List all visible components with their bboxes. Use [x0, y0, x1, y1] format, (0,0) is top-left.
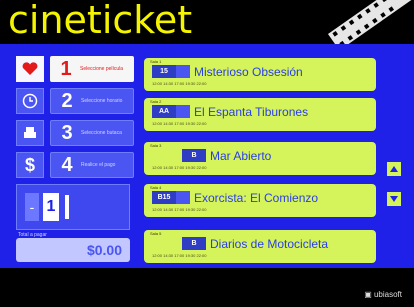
screen-tag: Sala 3 [150, 143, 162, 148]
header: cineticket [0, 0, 414, 44]
movie-title: Exorcista: El Comienzo [194, 191, 319, 205]
decrement-button[interactable]: - [25, 193, 39, 221]
movie-item[interactable]: Sala 4 B15 Exorcista: El Comienzo 12:00 … [144, 184, 376, 217]
dollar-icon: $ [16, 152, 44, 178]
movie-title: Misterioso Obsesión [194, 65, 303, 79]
screen-tag: Sala 4 [150, 185, 162, 190]
up-arrow-icon [390, 166, 398, 172]
showtimes: 12:00 14:30 17:00 19:30 22:00 [152, 207, 207, 212]
rating-badge: 15 [152, 65, 176, 78]
step-select-movie[interactable]: 1 Seleccione película [16, 56, 134, 82]
rating-flag [176, 105, 190, 118]
screen-tag: Sala 2 [150, 99, 162, 104]
step-box: 1 Seleccione película [50, 56, 134, 82]
scroll-down-button[interactable] [387, 192, 401, 206]
movie-item[interactable]: Sala 5 B Diarios de Motocicleta 12:00 14… [144, 230, 376, 263]
quantity-stepper: - 1 [16, 184, 130, 230]
movie-item[interactable]: Sala 2 AA El Espanta Tiburones 12:00 14:… [144, 98, 376, 131]
clock-icon [16, 88, 44, 114]
step-box: 4 Realice el pago [50, 152, 134, 178]
film-reel-icon [327, 0, 414, 44]
step-number: 3 [61, 121, 73, 144]
step-box: 3 Seleccione butaca [50, 120, 134, 146]
step-box: 2 Seleccione horario [50, 88, 134, 114]
scroll-up-button[interactable] [387, 162, 401, 176]
movie-item[interactable]: Sala 3 B Mar Abierto 12:00 14:30 17:00 1… [144, 142, 376, 175]
step-number: 4 [61, 153, 73, 176]
step-payment[interactable]: $ 4 Realice el pago [16, 152, 134, 178]
movie-title: Diarios de Motocicleta [210, 237, 329, 251]
step-label: Realice el pago [81, 162, 116, 168]
seat-icon [16, 120, 44, 146]
total-amount: $0.00 [16, 238, 130, 262]
quantity-value[interactable]: 1 [43, 193, 59, 221]
showtimes: 12:00 14:30 17:00 19:30 22:00 [152, 121, 207, 126]
screen-tag: Sala 1 [150, 59, 162, 64]
main-panel: 1 Seleccione película 2 Seleccione horar… [0, 44, 414, 268]
step-label: Seleccione butaca [81, 130, 122, 136]
step-select-seat[interactable]: 3 Seleccione butaca [16, 120, 134, 146]
showtimes: 12:00 14:30 17:00 19:30 22:00 [152, 165, 207, 170]
step-label: Seleccione horario [81, 98, 123, 104]
movie-title: El Espanta Tiburones [194, 105, 309, 119]
step-number: 1 [60, 57, 72, 80]
app-logo: cineticket [8, 0, 193, 42]
quantity-cursor [65, 195, 69, 219]
step-number: 2 [61, 89, 73, 112]
step-select-time[interactable]: 2 Seleccione horario [16, 88, 134, 114]
rating-badge: B [182, 149, 206, 162]
rating-flag [176, 191, 190, 204]
screen-tag: Sala 5 [150, 231, 162, 236]
movie-item[interactable]: Sala 1 15 Misterioso Obsesión 12:00 14:3… [144, 58, 376, 91]
rating-flag [176, 65, 190, 78]
movie-title: Mar Abierto [210, 149, 272, 163]
footer-brand: ▣ ubiasoft [364, 290, 402, 299]
rating-badge: B15 [152, 191, 176, 204]
step-label: Seleccione película [80, 66, 124, 72]
down-arrow-icon [390, 196, 398, 202]
rating-badge: AA [152, 105, 176, 118]
heart-icon [16, 56, 44, 82]
footer: ▣ ubiasoft [0, 268, 414, 307]
showtimes: 12:00 14:30 17:00 19:30 22:00 [152, 81, 207, 86]
rating-badge: B [182, 237, 206, 250]
showtimes: 12:00 14:30 17:00 19:30 22:00 [152, 253, 207, 258]
